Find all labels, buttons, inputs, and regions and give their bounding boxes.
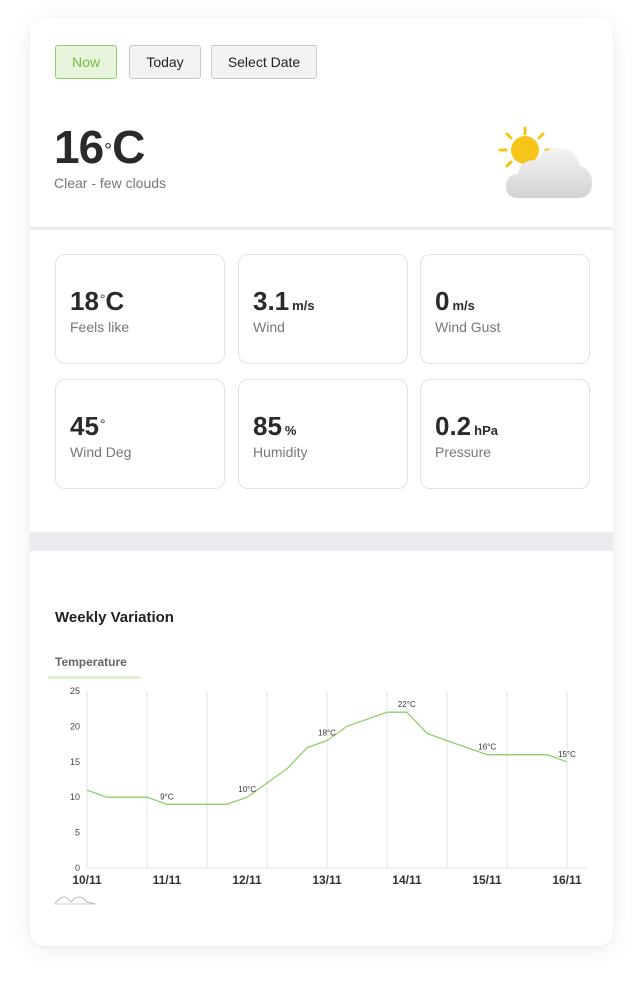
y-tick-label: 0 xyxy=(75,863,80,873)
metric-pressure: 0.2 hPa Pressure xyxy=(420,379,590,489)
data-label: 15°C xyxy=(558,750,576,759)
current-temperature: 16°C xyxy=(54,121,145,173)
y-tick-label: 15 xyxy=(70,757,80,767)
metric-wind-gust: 0 m/s Wind Gust xyxy=(420,254,590,364)
x-tick-label: 12/11 xyxy=(232,873,262,887)
tab-now[interactable]: Now xyxy=(55,45,117,79)
tab-temperature[interactable]: Temperature xyxy=(55,655,127,669)
chart-thumbnail-icon xyxy=(54,896,97,905)
x-tick-label: 10/11 xyxy=(72,873,102,887)
data-label: 18°C xyxy=(318,729,336,738)
data-label: 22°C xyxy=(398,700,416,709)
y-tick-label: 5 xyxy=(75,828,80,838)
section-divider xyxy=(30,227,613,230)
metric-feels-like: 18°C Feels like xyxy=(55,254,225,364)
weather-card: Now Today Select Date 16°C Clear - few c… xyxy=(30,18,613,946)
x-tick-label: 11/11 xyxy=(153,873,182,887)
x-tick-label: 14/11 xyxy=(392,873,422,887)
metric-humidity: 85% Humidity xyxy=(238,379,408,489)
metric-wind: 3.1 m/s Wind xyxy=(238,254,408,364)
section-separator xyxy=(30,532,613,551)
y-tick-label: 20 xyxy=(70,721,80,731)
x-tick-label: 13/11 xyxy=(312,873,342,887)
data-label: 10°C xyxy=(238,785,256,794)
sun-behind-cloud-icon xyxy=(498,126,592,198)
y-tick-label: 25 xyxy=(70,686,80,696)
x-tick-label: 16/11 xyxy=(552,873,582,887)
data-label: 9°C xyxy=(160,792,174,801)
weather-description: Clear - few clouds xyxy=(54,175,167,191)
tab-select-date[interactable]: Select Date xyxy=(211,45,317,79)
temperature-line-chart: 0 5 10 15 20 25 10/11 11/11 12/11 13/11 14/11 15/11… xyxy=(54,686,587,905)
x-tick-label: 15/11 xyxy=(472,873,502,887)
tab-today[interactable]: Today xyxy=(129,45,201,79)
metric-wind-deg: 45° Wind Deg xyxy=(55,379,225,489)
data-label: 16°C xyxy=(478,743,496,752)
weekly-variation-title: Weekly Variation xyxy=(55,609,174,626)
y-tick-label: 10 xyxy=(70,792,80,802)
